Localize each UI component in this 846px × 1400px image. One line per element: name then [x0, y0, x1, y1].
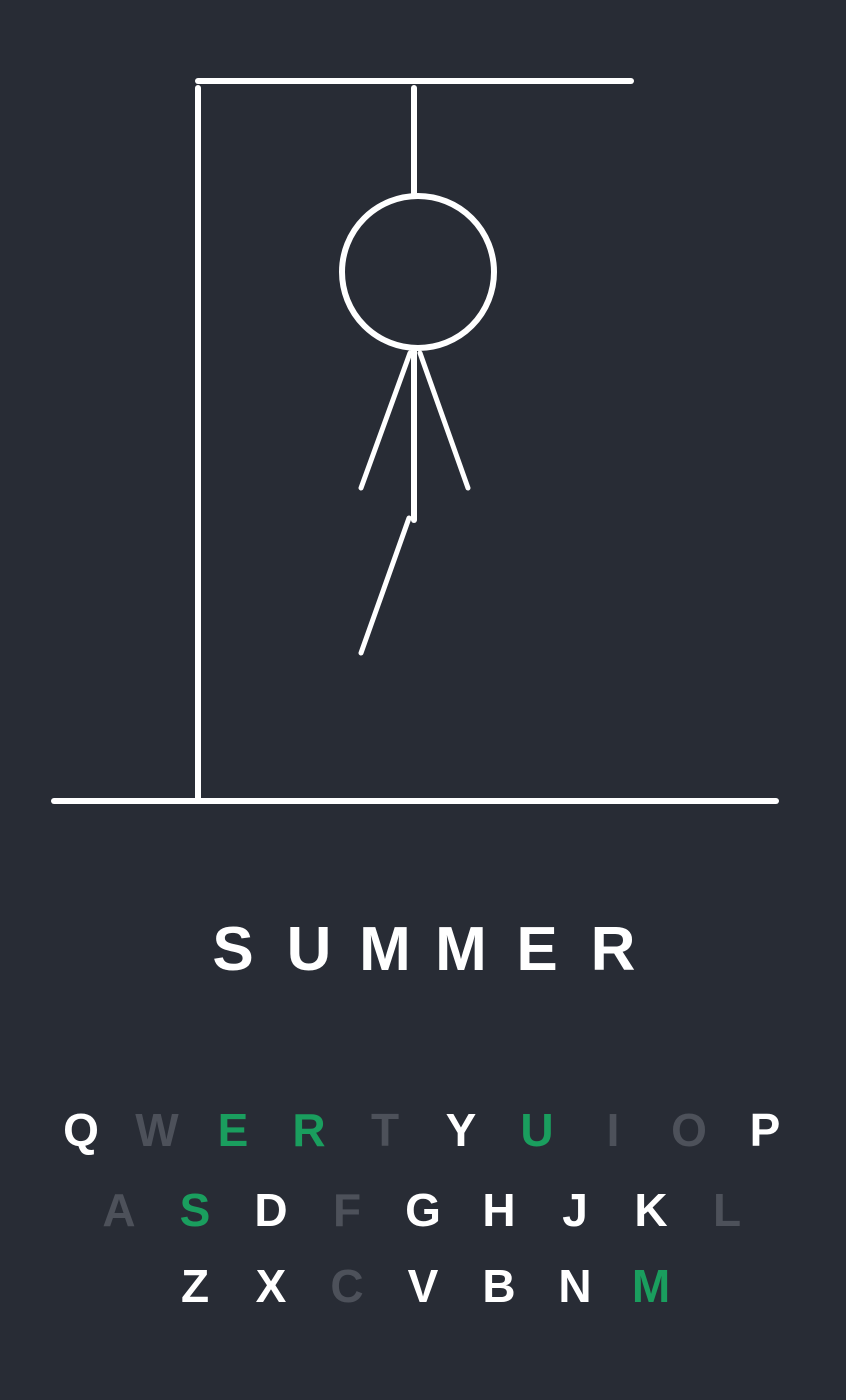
key-a: A — [102, 1184, 136, 1236]
key-f: F — [332, 1184, 362, 1236]
keyboard-row-1: QWERTYUIOP — [0, 1100, 846, 1160]
hangman-game: SUMMER QWERTYUIOP ASDFGHJKL ZXCVBNM — [0, 0, 846, 1400]
word-letter: E — [516, 915, 558, 984]
key-w: W — [135, 1104, 179, 1156]
key-d[interactable]: D — [233, 1180, 309, 1240]
key-x[interactable]: X — [233, 1256, 309, 1316]
key-r: R — [292, 1104, 326, 1156]
key-j[interactable]: J — [537, 1180, 613, 1240]
key-b[interactable]: B — [461, 1256, 537, 1316]
key-u: U — [520, 1104, 554, 1156]
key-m: M — [631, 1260, 671, 1312]
key-s: S — [179, 1184, 211, 1236]
key-t: T — [370, 1104, 400, 1156]
key-n[interactable]: N — [537, 1256, 613, 1316]
keyboard-row-2: ASDFGHJKL — [0, 1180, 846, 1240]
key-v[interactable]: V — [385, 1256, 461, 1316]
key-l: L — [712, 1184, 742, 1236]
word-letter: M — [435, 915, 487, 984]
key-y[interactable]: Y — [423, 1100, 499, 1160]
hangman-head — [339, 193, 497, 351]
key-i: I — [606, 1104, 620, 1156]
key-p[interactable]: P — [727, 1100, 803, 1160]
key-e: E — [217, 1104, 249, 1156]
word-display: SUMMER — [0, 910, 846, 990]
word-letter: R — [590, 915, 636, 984]
hangman-left-arm — [358, 350, 413, 491]
key-c: C — [330, 1260, 364, 1312]
keyboard-row-3: ZXCVBNM — [0, 1256, 846, 1316]
hangman-left-leg — [358, 515, 412, 656]
word-letter: M — [359, 915, 411, 984]
word-letter: S — [212, 915, 254, 984]
hangman-drawing — [51, 78, 779, 804]
word-letter: U — [286, 915, 332, 984]
key-g[interactable]: G — [385, 1180, 461, 1240]
key-h[interactable]: H — [461, 1180, 537, 1240]
hangman-right-arm — [417, 350, 471, 491]
key-z[interactable]: Z — [157, 1256, 233, 1316]
key-k[interactable]: K — [613, 1180, 689, 1240]
key-q[interactable]: Q — [43, 1100, 119, 1160]
key-o: O — [671, 1104, 707, 1156]
